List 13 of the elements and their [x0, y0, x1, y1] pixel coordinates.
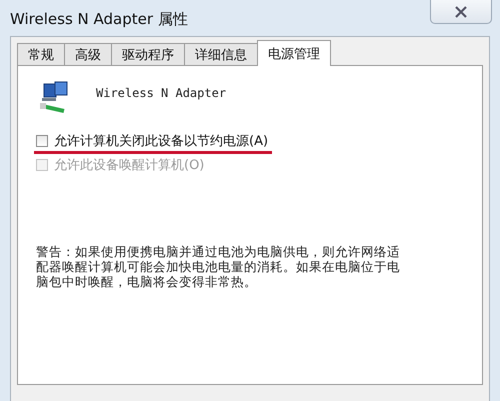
- window-title: Wireless N Adapter 属性: [10, 10, 188, 29]
- checkbox[interactable]: [36, 135, 48, 147]
- close-icon: [454, 6, 468, 18]
- tab[interactable]: 驱动程序: [111, 43, 185, 65]
- tab[interactable]: 常规: [17, 43, 65, 65]
- option-label: 允许计算机关闭此设备以节约电源(A): [54, 133, 268, 150]
- tab[interactable]: 高级: [64, 43, 112, 65]
- tab[interactable]: 电源管理: [257, 40, 331, 66]
- close-button[interactable]: [430, 0, 492, 24]
- option-label: 允许此设备唤醒计算机(O): [54, 157, 204, 174]
- device-name: Wireless N Adapter: [96, 86, 226, 100]
- tab[interactable]: 详细信息: [184, 43, 258, 65]
- warning-text: 警告：如果使用便携电脑并通过电池为电脑供电，则允许网络适配器唤醒计算机可能会加快电池电量的消耗。如果在电脑位于电脑包中时唤醒，电脑将会变得非常热。: [36, 244, 400, 289]
